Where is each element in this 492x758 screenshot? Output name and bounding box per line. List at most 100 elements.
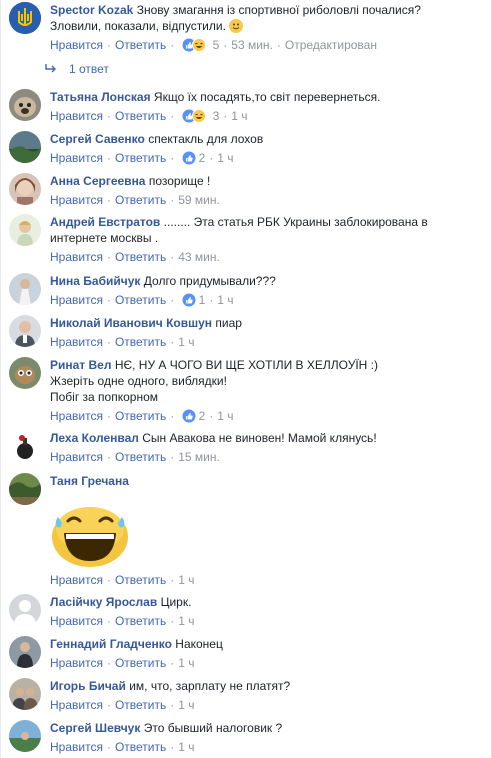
like-link[interactable]: Нравится (50, 409, 103, 423)
like-link[interactable]: Нравится (50, 698, 103, 712)
comment-author[interactable]: Геннадий Гладченко (50, 637, 172, 651)
laughing-sticker[interactable] (50, 499, 130, 569)
reactions-badge[interactable] (182, 38, 210, 56)
comment-author[interactable]: Николай Иванович Ковшун (50, 316, 212, 330)
comment-text: Якщо їх посадять,то світ перевернеться. (153, 90, 381, 104)
smile-emoji-icon (229, 19, 244, 33)
avatar[interactable] (9, 430, 41, 462)
avatar[interactable] (9, 720, 41, 752)
like-reaction-icon[interactable] (182, 151, 196, 169)
reply-arrow-icon (45, 62, 57, 76)
comment-text: им, что, зарплату не платят? (129, 679, 291, 693)
comment-time[interactable]: 1 ч (178, 698, 194, 712)
comment-text: Сын Авакова не виновен! Мамой клянусь! (142, 431, 377, 445)
like-link[interactable]: Нравится (50, 193, 103, 207)
comment-author[interactable]: Ринат Вел (50, 358, 111, 372)
like-link[interactable]: Нравится (50, 614, 103, 628)
reply-link[interactable]: Ответить (115, 193, 166, 207)
comment-text: Это бывший налоговик ? (143, 721, 283, 735)
reply-link[interactable]: Ответить (115, 656, 166, 670)
comment-time[interactable]: 1 ч (178, 573, 194, 587)
like-reaction-icon[interactable] (182, 293, 196, 311)
edited-label[interactable]: Отредактирован (285, 38, 377, 52)
avatar[interactable] (9, 315, 41, 347)
like-link[interactable]: Нравится (50, 151, 103, 165)
reply-link[interactable]: Ответить (115, 698, 166, 712)
comment-text: ........ Эта статья РБК Украины заблокир… (163, 215, 428, 229)
comment-author[interactable]: Сергей Шевчук (50, 721, 140, 735)
like-reaction-icon[interactable] (182, 109, 210, 127)
avatar[interactable] (9, 357, 41, 389)
comment-time[interactable]: 53 мин. (231, 38, 273, 52)
comment-author[interactable]: Нина Бабийчук (50, 274, 140, 288)
avatar-spector-kozak[interactable] (9, 2, 41, 34)
comment-time[interactable]: 1 ч (178, 656, 194, 670)
reply-link[interactable]: Ответить (115, 450, 166, 464)
comment-text-line2: Зловили, показали, відпустили. (50, 19, 226, 33)
avatar[interactable] (9, 473, 41, 505)
comment-author[interactable]: Ласійчку Ярослав (50, 595, 157, 609)
like-link[interactable]: Нравится (50, 573, 103, 587)
avatar[interactable] (9, 173, 41, 205)
reply-link[interactable]: Ответить (115, 409, 166, 423)
like-link[interactable]: Нравится (50, 109, 103, 123)
avatar[interactable] (9, 214, 41, 246)
avatar[interactable] (9, 273, 41, 305)
comment-text: пиар (215, 316, 242, 330)
like-link[interactable]: Нравится (50, 250, 103, 264)
comment-author[interactable]: Анна Сергеевна (50, 174, 145, 188)
comment-text: Долго придумывали??? (143, 274, 276, 288)
comment-author[interactable]: Сергей Савенко (50, 132, 145, 146)
reply-link[interactable]: Ответить (115, 250, 166, 264)
reply-link[interactable]: Ответить (115, 151, 166, 165)
reply-link[interactable]: Ответить (115, 335, 166, 349)
view-replies-link[interactable]: 1 ответ (45, 62, 109, 76)
comment-text-line2: Жзеріть одне одного, виблядки! (50, 374, 227, 388)
like-link[interactable]: Нравится (50, 335, 103, 349)
comment-author[interactable]: Spector Kozak (50, 3, 133, 17)
comment-author[interactable]: Игорь Бичай (50, 679, 126, 693)
comment-author[interactable]: Таня Гречана (50, 474, 129, 488)
avatar[interactable] (9, 89, 41, 121)
avatar[interactable] (9, 131, 41, 163)
like-link[interactable]: Нравится (50, 38, 103, 52)
like-link[interactable]: Нравится (50, 450, 103, 464)
comment-time[interactable]: 59 мин. (178, 193, 220, 207)
comment-time[interactable]: 1 ч (217, 151, 233, 165)
comment-time[interactable]: 1 ч (217, 409, 233, 423)
replies-count-label: 1 ответ (69, 62, 109, 76)
reply-link[interactable]: Ответить (115, 614, 166, 628)
comment-author[interactable]: Татьяна Лонская (50, 90, 151, 104)
avatar[interactable] (9, 678, 41, 710)
comment-time[interactable]: 1 ч (178, 740, 194, 754)
comment-time[interactable]: 1 ч (178, 614, 194, 628)
comment-text: Цирк. (160, 595, 192, 609)
reply-link[interactable]: Ответить (115, 573, 166, 587)
comment-text: Наконец (175, 637, 223, 651)
comment-text-line2: интернете москвы . (50, 231, 159, 245)
avatar[interactable] (9, 594, 41, 626)
comment-text-line3: Побіг за попкорном (50, 390, 159, 404)
comment-time[interactable]: 1 ч (217, 293, 233, 307)
comment-text: позорище ! (148, 174, 211, 188)
comment-author[interactable]: Леха Коленвал (50, 431, 139, 445)
comment-actions: Нравится · Ответить · 5 · 53 мин. · Отредактиро… (50, 37, 485, 56)
comment-time[interactable]: 43 мин. (178, 250, 220, 264)
reply-link[interactable]: Ответить (115, 109, 166, 123)
reply-link[interactable]: Ответить (115, 293, 166, 307)
comment-time[interactable]: 1 ч (178, 335, 194, 349)
like-link[interactable]: Нравится (50, 740, 103, 754)
reply-link[interactable]: Ответить (115, 740, 166, 754)
comment-author[interactable]: Андрей Евстратов (50, 215, 160, 229)
comment-text: Знову змагання із спортивної риболовлі п… (136, 3, 421, 17)
comments-panel: Spector Kozak Знову змагання із спортивн… (0, 0, 492, 758)
avatar[interactable] (9, 636, 41, 668)
comment-time[interactable]: 1 ч (231, 109, 247, 123)
like-link[interactable]: Нравится (50, 656, 103, 670)
reply-link[interactable]: Ответить (115, 38, 166, 52)
like-reaction-icon[interactable] (182, 409, 196, 427)
trident-icon (9, 2, 41, 34)
comment-time[interactable]: 15 мин. (178, 450, 220, 464)
like-link[interactable]: Нравится (50, 293, 103, 307)
comment-text: НЄ, НУ А ЧОГО ВИ ЩЕ ХОТІЛИ В ХЕЛЛОУЇН :) (114, 358, 379, 372)
